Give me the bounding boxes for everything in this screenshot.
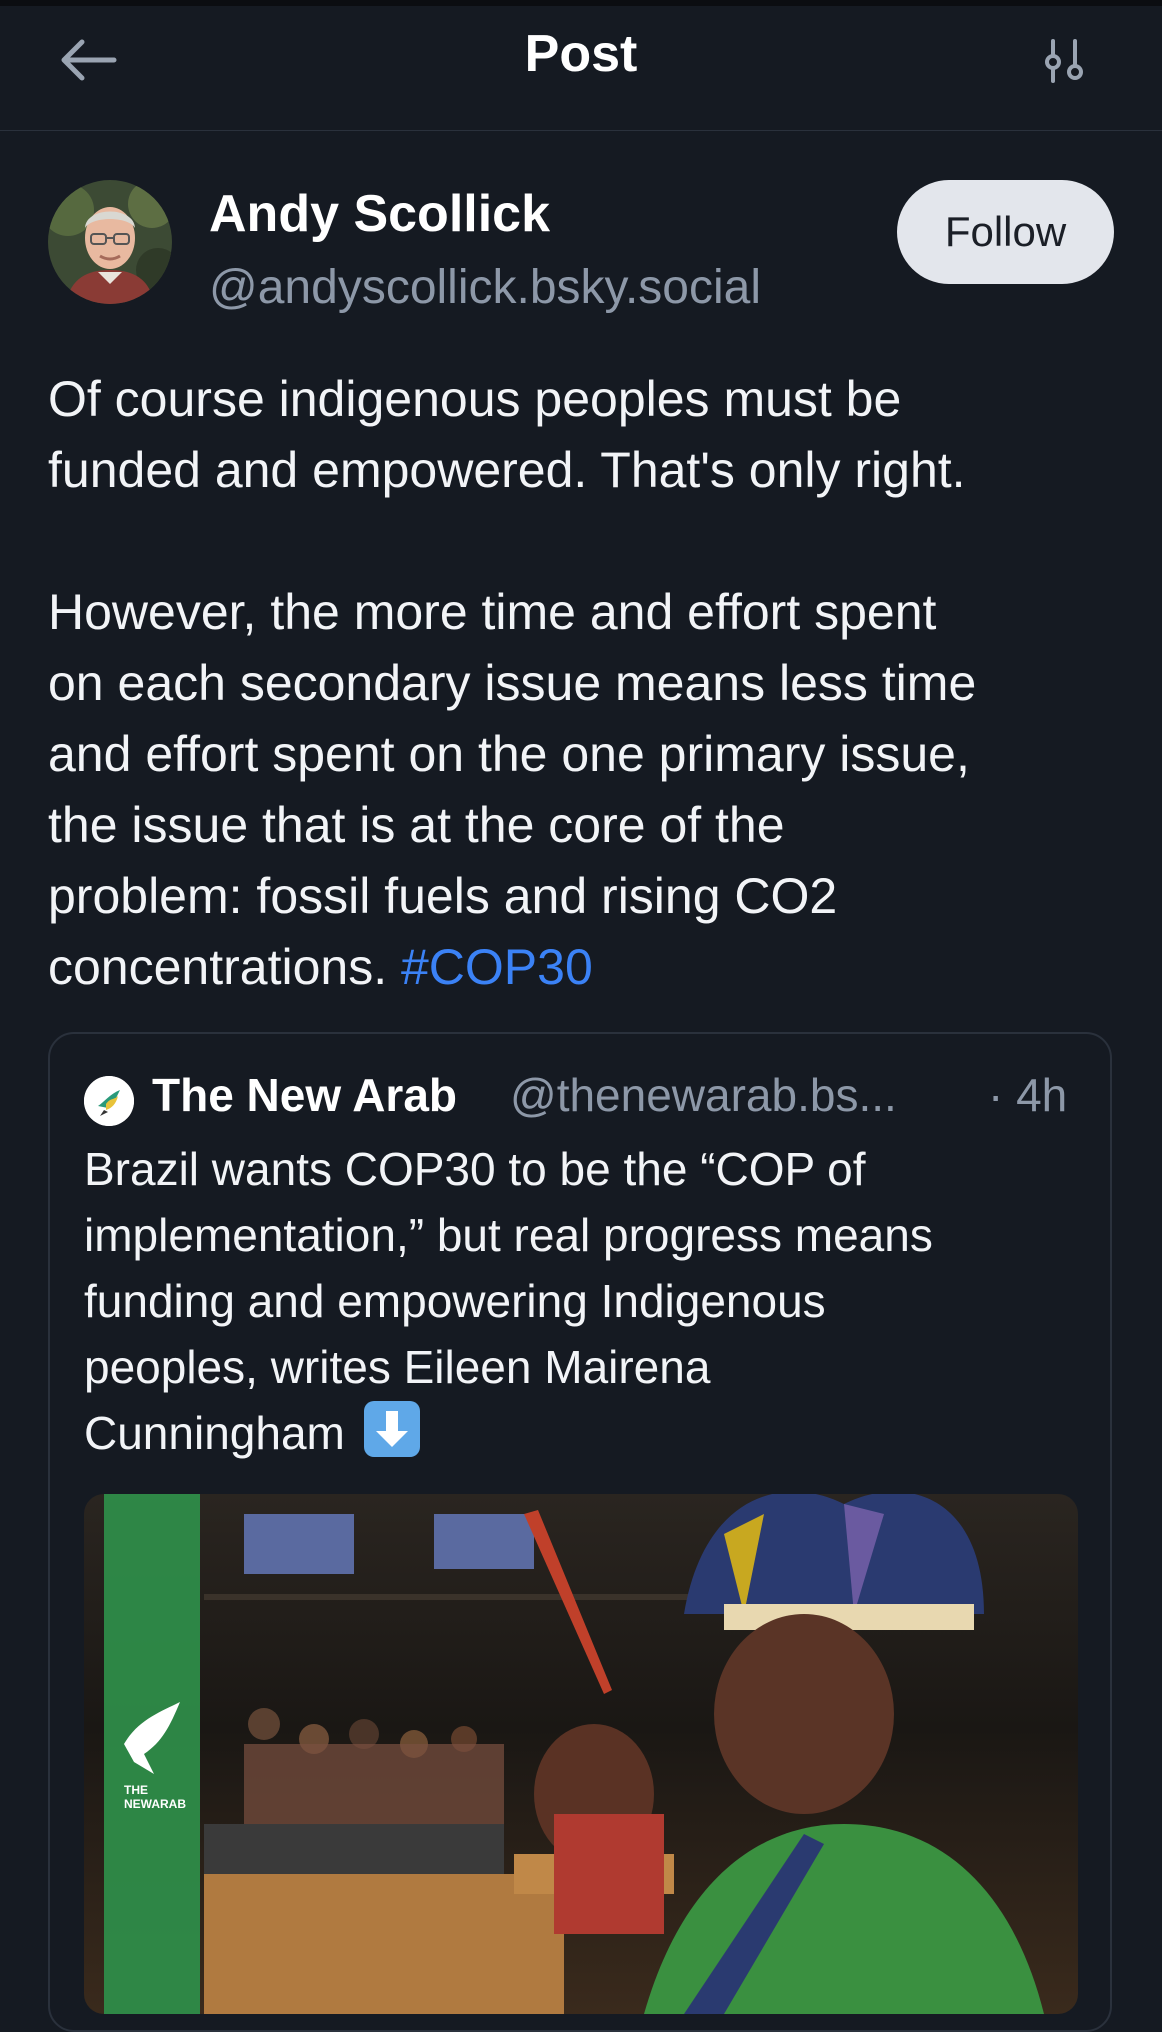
author-name[interactable]: Andy Scollick: [209, 184, 550, 244]
svg-text:NEWARAB: NEWARAB: [124, 1797, 186, 1811]
quote-embed-image[interactable]: THE NEWARAB: [84, 1494, 1078, 2014]
post-text-line: funded and empowered. That's only right.: [48, 442, 966, 498]
author-avatar[interactable]: [48, 180, 172, 304]
post-text-line: problem: fossil fuels and rising CO2: [48, 868, 838, 924]
post-body: Of course indigenous peoples must be fun…: [48, 364, 1128, 1003]
post-text-line: Of course indigenous peoples must be: [48, 371, 902, 427]
thread-options-button[interactable]: [1032, 28, 1098, 94]
quote-text-line: implementation,” but real progress means: [84, 1209, 933, 1261]
back-button[interactable]: [52, 28, 124, 92]
post-text-segment: concentrations.: [48, 939, 388, 995]
sliders-icon: [1045, 39, 1083, 83]
down-arrow-emoji-icon: [363, 1401, 420, 1457]
quote-author-avatar: [84, 1076, 134, 1126]
page-title: Post: [524, 25, 638, 83]
quote-text-segment: Cunningham: [84, 1407, 345, 1459]
quote-timestamp: · 4h: [988, 1069, 1068, 1121]
post-text-last-line: concentrations. #COP30: [48, 932, 1128, 1003]
hashtag-link[interactable]: #COP30: [401, 939, 593, 995]
post-text-line: the issue that is at the core of the: [48, 797, 785, 853]
post-text-line: on each secondary issue means less time: [48, 655, 977, 711]
quoted-post-card[interactable]: The New Arab @thenewarab.bs... · 4h Braz…: [48, 1032, 1112, 2032]
quote-text-line: funding and empowering Indigenous: [84, 1275, 826, 1327]
author-handle[interactable]: @andyscollick.bsky.social: [209, 260, 761, 315]
quote-text-line: peoples, writes Eileen Mairena: [84, 1341, 711, 1393]
quote-text-last-line: Cunningham: [84, 1400, 1094, 1466]
top-bar: Post: [0, 6, 1162, 131]
arrow-left-icon: [61, 39, 117, 81]
quote-author-name[interactable]: The New Arab: [152, 1068, 457, 1122]
quote-body: Brazil wants COP30 to be the “COP of imp…: [84, 1136, 1094, 1466]
post-text-line: However, the more time and effort spent: [48, 584, 937, 640]
quote-text-line: Brazil wants COP30 to be the “COP of: [84, 1143, 866, 1195]
quote-author-handle[interactable]: @thenewarab.bs...: [510, 1068, 897, 1122]
post-text-line: and effort spent on the one primary issu…: [48, 726, 970, 782]
image-logo-text: THE: [124, 1783, 148, 1797]
follow-button[interactable]: Follow: [897, 180, 1114, 284]
